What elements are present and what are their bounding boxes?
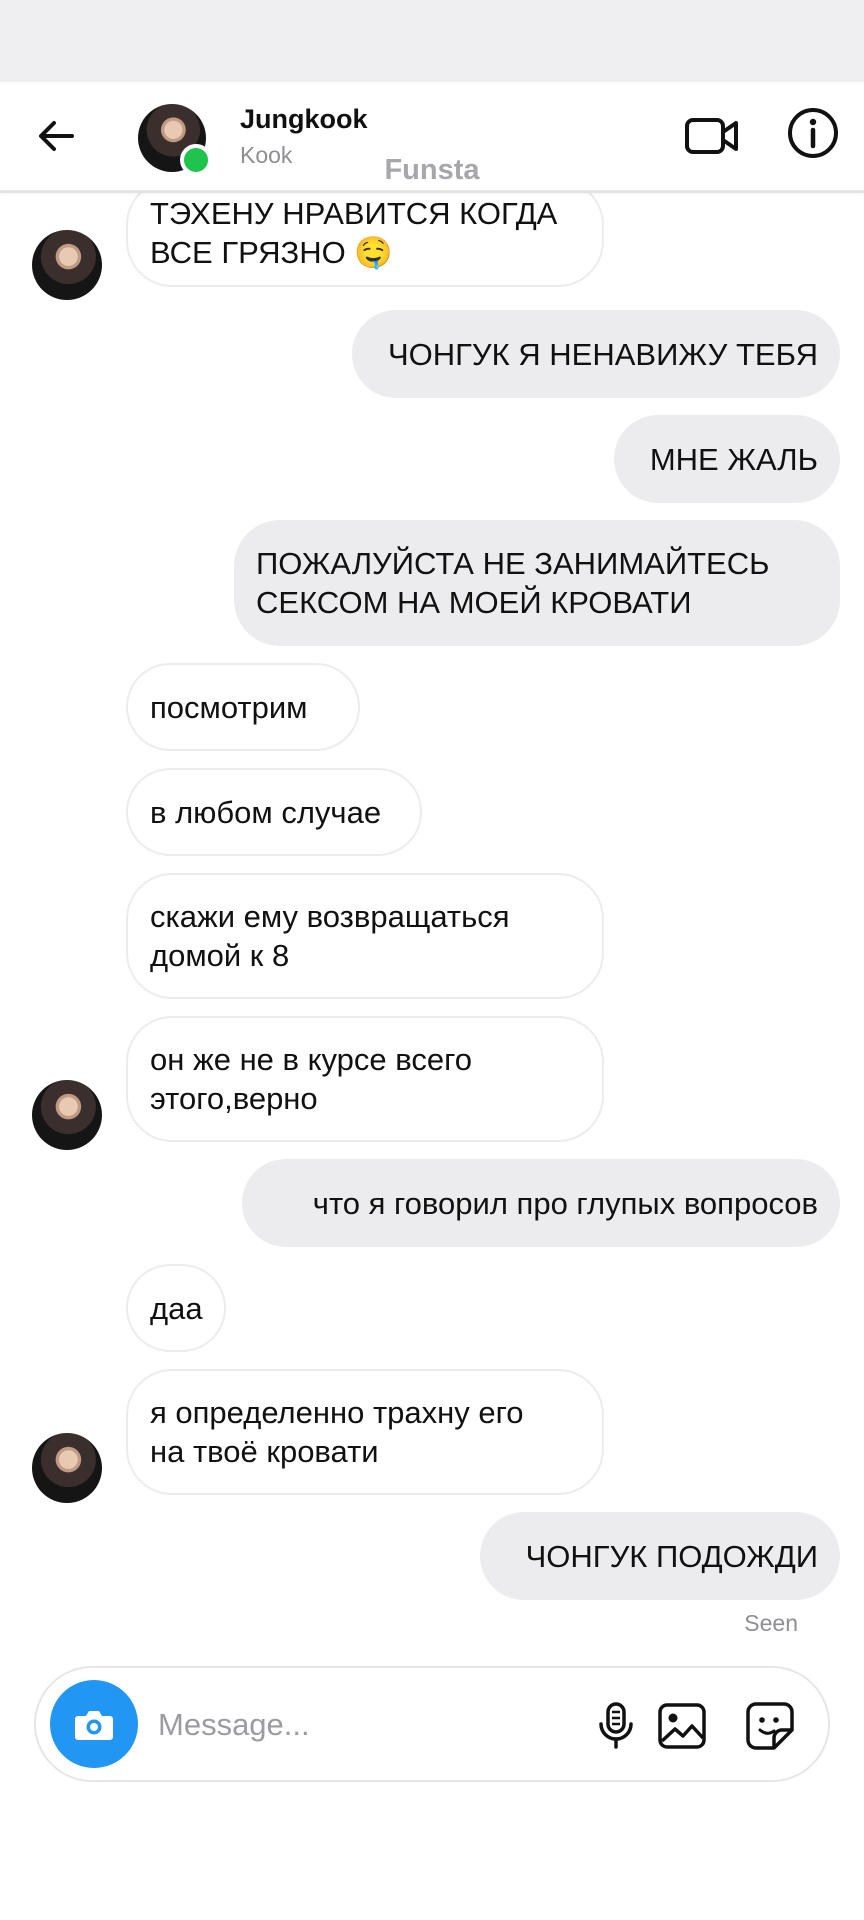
- message-bubble-incoming[interactable]: в любом случае: [126, 768, 422, 856]
- status-bar: [0, 0, 864, 82]
- sticker-button[interactable]: [744, 1700, 796, 1752]
- camera-button[interactable]: [50, 1680, 138, 1768]
- message-bubble-outgoing[interactable]: что я говорил про глупых вопросов: [242, 1159, 840, 1247]
- contact-avatar-small[interactable]: [32, 230, 102, 300]
- message-input[interactable]: [156, 1698, 540, 1752]
- message-bubble-incoming[interactable]: даа: [126, 1264, 226, 1352]
- gallery-button[interactable]: [656, 1700, 708, 1752]
- message-bubble-outgoing[interactable]: ЧОНГУК ПОДОЖДИ: [480, 1512, 840, 1600]
- voice-message-button[interactable]: [590, 1700, 642, 1752]
- message-bubble-outgoing[interactable]: ЧОНГУК Я НЕНАВИЖУ ТЕБЯ: [352, 310, 840, 398]
- image-icon: [658, 1703, 706, 1749]
- message-thread[interactable]: ТЭХЕНУ НРАВИТСЯ КОГДА ВСЕ ГРЯЗНО 🤤 ЧОНГУ…: [0, 193, 864, 1653]
- info-icon: [788, 108, 838, 158]
- message-bubble-outgoing[interactable]: МНЕ ЖАЛЬ: [614, 415, 840, 503]
- contact-avatar-small[interactable]: [32, 1433, 102, 1503]
- contact-avatar-small[interactable]: [32, 1080, 102, 1150]
- camera-icon: [75, 1711, 113, 1740]
- seen-status: Seen: [744, 1610, 798, 1636]
- message-bubble-incoming[interactable]: скажи ему возвращаться домой к 8: [126, 873, 604, 999]
- info-button[interactable]: [786, 106, 840, 160]
- message-bubble-incoming[interactable]: я определенно трахну его на твоё кровати: [126, 1369, 604, 1495]
- message-bubble-incoming[interactable]: посмотрим: [126, 663, 360, 751]
- message-bubble-incoming[interactable]: он же не в курсе всего этого,верно: [126, 1016, 604, 1142]
- message-bubble-incoming[interactable]: ТЭХЕНУ НРАВИТСЯ КОГДА ВСЕ ГРЯЗНО 🤤: [126, 193, 604, 287]
- sticker-icon: [746, 1702, 794, 1750]
- microphone-icon: [599, 1702, 633, 1749]
- message-composer: [34, 1666, 830, 1782]
- message-bubble-outgoing[interactable]: ПОЖАЛУЙСТА НЕ ЗАНИМАЙТЕСЬ СЕКСОМ НА МОЕЙ…: [234, 520, 840, 646]
- contact-name[interactable]: Jungkook: [240, 104, 368, 135]
- funsta-watermark: Funsta: [384, 154, 480, 186]
